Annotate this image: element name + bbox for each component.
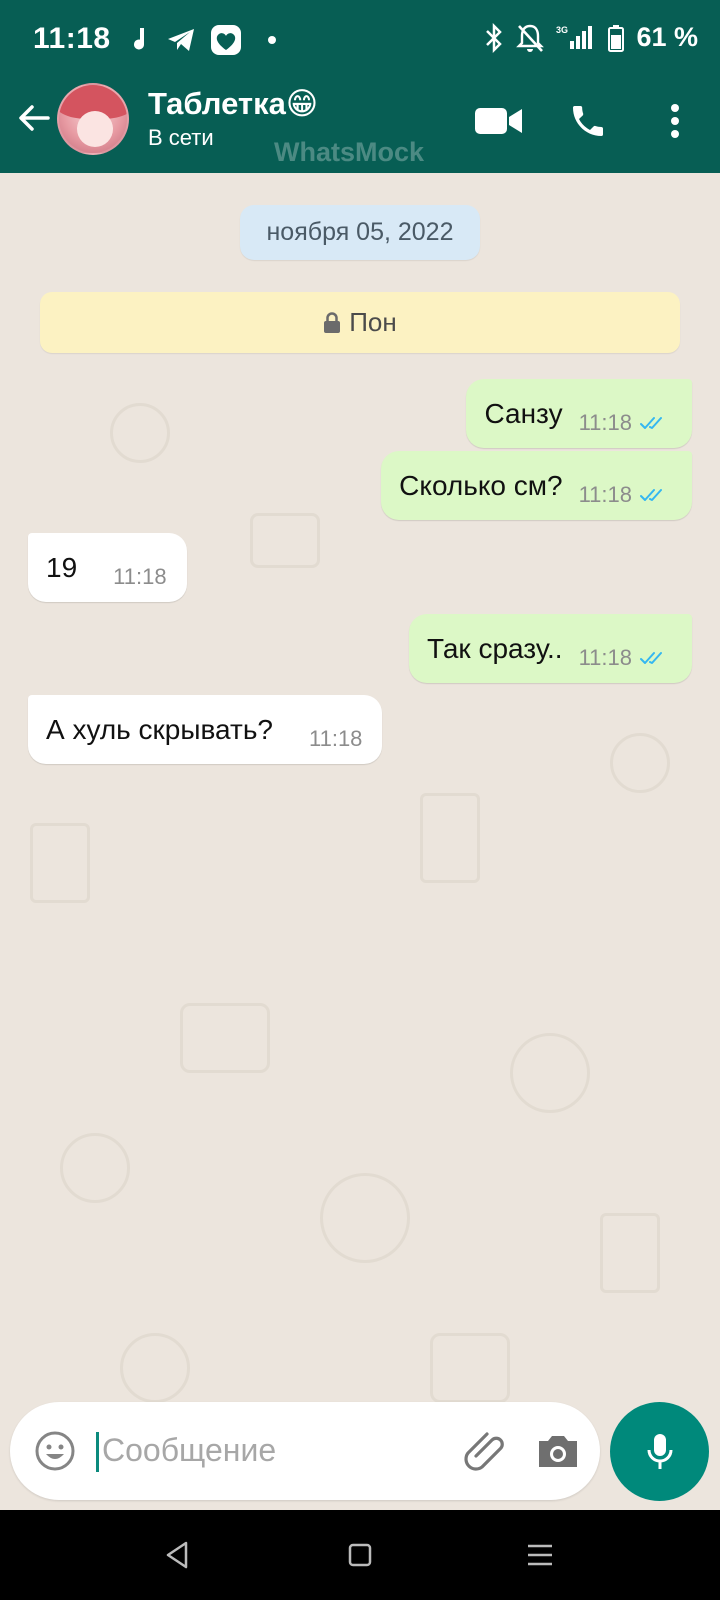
music-note-icon [134, 28, 144, 50]
voice-call-button[interactable] [563, 96, 613, 146]
avatar-face [77, 111, 113, 147]
wallpaper-doodle [420, 793, 480, 883]
wallpaper-doodle [30, 823, 90, 903]
microphone-icon [647, 1433, 672, 1469]
status-time: 11:18 [33, 22, 111, 55]
message-time: 11:18 [309, 725, 363, 751]
watermark: WhatsMock [274, 137, 425, 167]
wallpaper-doodle [120, 1333, 190, 1403]
back-arrow-icon[interactable] [14, 98, 54, 138]
message-meta: 11:18 [113, 564, 166, 590]
app-bar: Таблетка😁 В сети WhatsMock [0, 80, 720, 173]
wallpaper-doodle [600, 1213, 660, 1293]
message-time: 11:18 [578, 409, 632, 435]
battery-percent: 61 % [636, 22, 698, 52]
svg-text:3G: 3G [556, 25, 568, 35]
message-text: 19 [46, 551, 78, 583]
double-check-read-icon [640, 651, 662, 664]
wallpaper-doodle [610, 733, 670, 793]
battery-icon [608, 24, 625, 52]
nav-home-icon[interactable] [340, 1538, 380, 1572]
mute-bell-icon [516, 24, 545, 52]
camera-icon[interactable] [535, 1428, 581, 1474]
nav-recents-icon[interactable] [520, 1538, 560, 1572]
system-nav-bar [0, 1510, 720, 1600]
status-bar: 11:18 3G 61 % [0, 0, 720, 80]
wallpaper-doodle [110, 403, 170, 463]
message-input[interactable]: Сообщение [102, 1432, 276, 1469]
emoji-icon[interactable] [34, 1430, 76, 1472]
attach-icon[interactable] [460, 1426, 510, 1476]
more-vert-icon [671, 104, 679, 138]
message-text: Санзу [484, 397, 563, 429]
heart-app-icon [211, 25, 241, 55]
text-cursor [96, 1432, 99, 1472]
bluetooth-icon [486, 22, 503, 53]
lock-icon [324, 311, 341, 333]
system-message-text: Пон [349, 307, 397, 337]
wallpaper-doodle [60, 1133, 130, 1203]
signal-icon: 3G [556, 25, 593, 49]
message-meta: 11:18 [579, 482, 668, 508]
message-meta: 11:18 [579, 410, 668, 436]
voice-record-button[interactable] [610, 1402, 709, 1501]
phone-call-icon [573, 106, 603, 136]
video-call-icon [475, 108, 522, 134]
double-check-read-icon [640, 416, 662, 429]
chat-area[interactable]: ноября 05, 2022 Пон Санзу 11:18 Сколько … [0, 173, 720, 1510]
telegram-icon [168, 29, 194, 51]
message-meta: 11:18 [579, 645, 668, 671]
date-separator: ноября 05, 2022 [240, 205, 480, 260]
encryption-notice[interactable]: Пон [40, 292, 680, 353]
message-bubble-outgoing[interactable]: Санзу 11:18 [466, 379, 692, 448]
video-call-button[interactable] [474, 96, 524, 146]
status-right: 3G 61 % [484, 22, 698, 53]
wallpaper-doodle [250, 513, 320, 568]
notification-dot [268, 36, 276, 44]
wallpaper-doodle [510, 1033, 590, 1113]
contact-status: В сети [148, 125, 214, 150]
notification-icons [130, 24, 276, 56]
message-input-bar: Сообщение [10, 1402, 600, 1500]
double-check-read-icon [640, 488, 662, 501]
message-time: 11:18 [578, 481, 632, 507]
message-bubble-outgoing[interactable]: Так сразу.. 11:18 [409, 614, 692, 683]
message-bubble-outgoing[interactable]: Сколько см? 11:18 [381, 451, 692, 520]
message-text: Так сразу.. [427, 632, 563, 664]
message-bubble-incoming[interactable]: А хуль скрывать? 11:18 [28, 695, 383, 764]
more-options-button[interactable] [650, 96, 700, 146]
wallpaper-doodle [180, 1003, 270, 1073]
chat-header: 11:18 3G 61 % Таблетка😁 В сети WhatsMock [0, 0, 720, 173]
nav-back-icon[interactable] [158, 1538, 198, 1572]
message-meta: 11:18 [309, 726, 362, 752]
message-time: 11:18 [578, 644, 632, 670]
wallpaper-doodle [430, 1333, 510, 1403]
message-text: Сколько см? [399, 469, 563, 501]
message-text: А хуль скрывать? [46, 713, 273, 745]
message-time: 11:18 [113, 563, 167, 589]
message-bubble-incoming[interactable]: 19 11:18 [28, 533, 187, 602]
contact-avatar[interactable] [57, 83, 129, 155]
wallpaper-doodle [320, 1173, 410, 1263]
contact-name[interactable]: Таблетка😁 [148, 86, 318, 122]
